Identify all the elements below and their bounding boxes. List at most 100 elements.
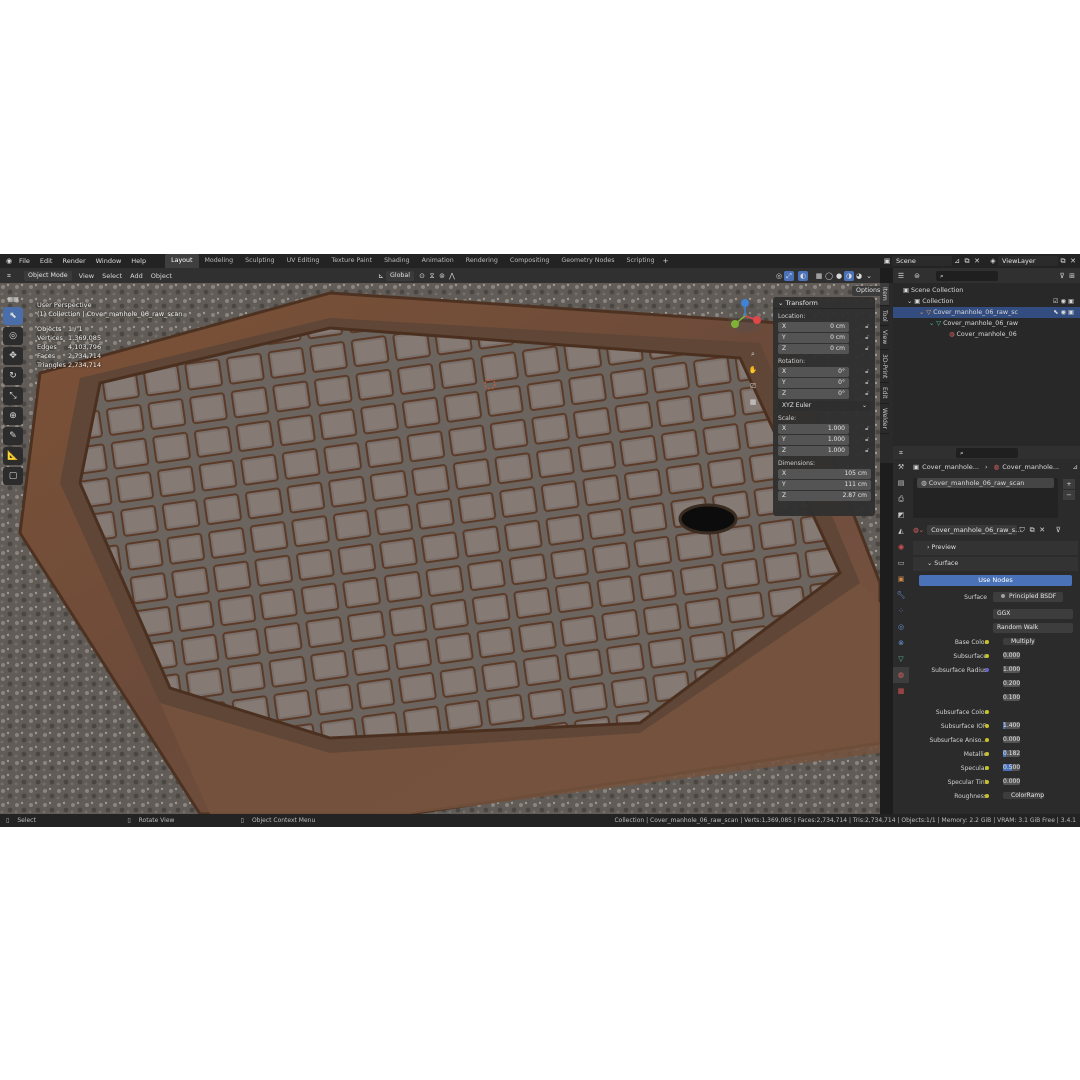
blender-logo-icon[interactable]: ◉ (4, 256, 14, 266)
3d-viewport[interactable]: User Perspective (1) Collection | Cover_… (0, 283, 880, 814)
add-workspace-icon[interactable]: + (661, 256, 671, 266)
outliner-search-input[interactable]: ⌕ (936, 270, 998, 281)
input-field[interactable]: Multiply (1003, 638, 1035, 645)
dimension-x-field[interactable]: X 105 cm (778, 469, 871, 479)
close-scene-icon[interactable]: ✕ (972, 256, 982, 266)
surface-panel-header[interactable]: ⌄ Surface (913, 557, 1078, 571)
snap-icon[interactable]: ⧖ (427, 271, 437, 281)
tab-3d-print[interactable]: 3D-Print (880, 350, 889, 383)
outliner-row-object[interactable]: ⌄ ▽ Cover_manhole_06_raw_sc ⬉ ◉ ▣ (893, 307, 1080, 318)
overlay-icon[interactable]: ◐ (798, 270, 808, 281)
row-visibility-icons[interactable]: ⬉ ◉ ▣ (1053, 307, 1074, 318)
lock-icon[interactable]: 🔓︎ (865, 436, 869, 444)
particles-tab-icon[interactable]: ⁘ (893, 603, 909, 619)
orientation-select[interactable]: Global (385, 270, 415, 281)
annotate-tool-icon[interactable]: ✎ (3, 427, 23, 445)
texture-tab-icon[interactable]: ▩ (893, 683, 909, 699)
modifier-tab-icon[interactable]: 🔧︎ (893, 587, 909, 603)
collapse-icon[interactable]: ⌄ (778, 299, 786, 307)
outliner-editor-icon[interactable]: ☰ (896, 271, 906, 281)
rotation-y-field[interactable]: Y 0° (778, 378, 849, 388)
tab-geometry-nodes[interactable]: Geometry Nodes (555, 254, 620, 268)
menu-window[interactable]: Window (91, 257, 127, 265)
proportional-icon[interactable]: ⊚ (437, 271, 447, 281)
display-mode-icon[interactable]: ⊜ (912, 271, 922, 281)
scale-x-field[interactable]: X 1.000 (778, 424, 849, 434)
lock-icon[interactable]: 🔓︎ (865, 323, 869, 331)
outliner-row-material[interactable]: ◍ Cover_manhole_06 (893, 329, 1080, 340)
menu-edit[interactable]: Edit (35, 257, 58, 265)
select-tool-icon[interactable]: ⬉ (3, 307, 23, 325)
xray-icon[interactable]: ▦ (814, 271, 824, 281)
location-y-field[interactable]: Y 0 cm (778, 333, 849, 343)
material-name-field[interactable]: Cover_manhole_06_raw_s... (927, 525, 1021, 535)
tool-tab-icon[interactable]: ⚒ (893, 459, 909, 475)
transform-header[interactable]: ⌄ Transform (773, 297, 875, 309)
tab-rendering[interactable]: Rendering (460, 254, 504, 268)
tab-tool[interactable]: Tool (880, 306, 889, 327)
tab-animation[interactable]: Animation (416, 254, 460, 268)
tab-uv-editing[interactable]: UV Editing (281, 254, 326, 268)
view-layer-tab-icon[interactable]: ◩ (893, 507, 909, 523)
rotation-x-field[interactable]: X 0° (778, 367, 849, 377)
new-collection-icon[interactable]: ⊞ (1067, 271, 1077, 281)
tab-item[interactable]: Item (880, 283, 889, 306)
properties-search-input[interactable]: ⌕ (956, 447, 1018, 458)
zoom-icon[interactable]: ⌕ (748, 349, 758, 365)
new-scene-icon[interactable]: ⧉ (962, 256, 972, 266)
tab-sculpting[interactable]: Sculpting (239, 254, 280, 268)
material-tab-icon[interactable]: ◍ (893, 667, 909, 683)
menu-render[interactable]: Render (57, 257, 90, 265)
material-slot-list[interactable]: ◍ Cover_manhole_06_raw_scan (913, 478, 1058, 518)
move-tool-icon[interactable]: ✥ (3, 347, 23, 365)
input-field[interactable]: 0.182 (1003, 750, 1021, 757)
surface-shader-field[interactable]: Principled BSDF (993, 592, 1063, 602)
scale-tool-icon[interactable]: ⤡ (3, 387, 23, 405)
mode-select[interactable]: Object Mode (24, 270, 72, 281)
tab-edit[interactable]: Edit (880, 383, 889, 404)
tab-welder[interactable]: Welder (880, 404, 889, 434)
input-field[interactable]: 0.000 (1003, 652, 1021, 659)
menu-file[interactable]: File (14, 257, 35, 265)
add-menu[interactable]: Add (126, 272, 147, 280)
lock-icon[interactable]: 🔓︎ (865, 390, 869, 398)
pan-icon[interactable]: ✋ (748, 365, 758, 381)
shading-solid-icon[interactable]: ● (834, 271, 844, 281)
lock-icon[interactable]: 🔓︎ (865, 368, 869, 376)
outliner-row-mesh[interactable]: ⌄ ▽ Cover_manhole_06_raw (893, 318, 1080, 329)
tab-texture-paint[interactable]: Texture Paint (325, 254, 378, 268)
shading-options-icon[interactable]: ⌄ (864, 271, 874, 281)
rotation-mode-select[interactable]: XYZ Euler ⌄ (778, 401, 871, 411)
lock-icon[interactable]: 🔓︎ (865, 447, 869, 455)
slot-add-button[interactable]: + (1063, 479, 1075, 489)
outliner-row-collection[interactable]: ⌄ ▣ Collection ☑ ◉ ▣ (893, 296, 1080, 307)
input-field[interactable]: 0.000 (1003, 778, 1021, 785)
shading-rendered-icon[interactable]: ◕ (854, 271, 864, 281)
input-field[interactable]: 0.200 (1003, 680, 1021, 687)
filter-icon[interactable]: ⊽ (1057, 271, 1067, 281)
data-tab-icon[interactable]: ▽ (893, 651, 909, 667)
input-field[interactable]: 0.000 (1003, 736, 1021, 743)
world-tab-icon[interactable]: ◉ (893, 539, 909, 555)
tab-layout[interactable]: Layout (165, 254, 199, 268)
tab-compositing[interactable]: Compositing (504, 254, 555, 268)
viewlayer-icon[interactable]: ◈ (988, 256, 998, 266)
navigation-gizmo[interactable] (727, 298, 763, 334)
tab-scripting[interactable]: Scripting (621, 254, 661, 268)
output-tab-icon[interactable]: ⎙ (893, 491, 909, 507)
tab-shading[interactable]: Shading (378, 254, 416, 268)
scene-field[interactable]: Scene (892, 256, 952, 266)
select-menu[interactable]: Select (98, 272, 126, 280)
gizmo-icon[interactable]: ⤢ (784, 270, 794, 281)
render-tab-icon[interactable]: ▤ (893, 475, 909, 491)
distribution-select[interactable]: GGX (993, 609, 1073, 619)
axis-gizmo-icon[interactable] (727, 298, 763, 334)
editor-type-icon[interactable]: ⌗ (4, 271, 14, 281)
input-field[interactable]: 0.100 (1003, 694, 1021, 701)
scale-y-field[interactable]: Y 1.000 (778, 435, 849, 445)
slot-remove-button[interactable]: − (1063, 490, 1075, 500)
lock-icon[interactable]: 🔓︎ (865, 345, 869, 353)
subsurface-method-select[interactable]: Random Walk (993, 623, 1073, 633)
ortho-toggle-icon[interactable]: ▦ (748, 397, 758, 413)
lock-icon[interactable]: 🔓︎ (865, 334, 869, 342)
